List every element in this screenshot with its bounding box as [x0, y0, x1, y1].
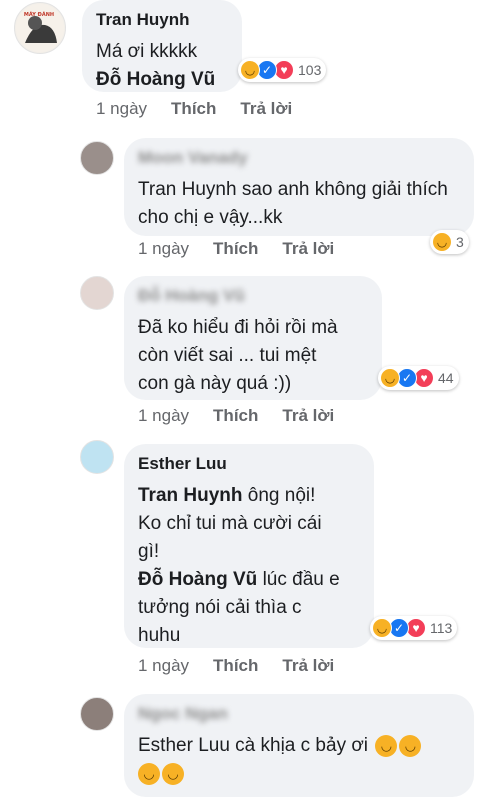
like-reaction-icon: ✓: [397, 368, 417, 388]
comment-text-body: lúc đầu e: [262, 569, 340, 590]
comment-text-line: con gà này quá :)): [138, 373, 292, 394]
like-button[interactable]: Thích: [171, 99, 216, 119]
haha-reaction-icon: ◡: [372, 618, 392, 638]
like-button[interactable]: Thích: [213, 239, 258, 259]
comment-actions: 1 ngày Thích Trả lời: [138, 656, 334, 676]
like-reaction-icon: ✓: [389, 618, 409, 638]
comment-text-line: Đỗ Hoàng Vũ lúc đầu e: [138, 566, 360, 594]
crying-laugh-emoji-icon: ◡: [399, 734, 422, 757]
reaction-count: 113: [430, 620, 453, 636]
reaction-count: 44: [438, 370, 454, 386]
mention-link[interactable]: Đỗ Hoàng Vũ: [138, 569, 257, 590]
reply-button[interactable]: Trả lời: [282, 656, 334, 676]
crying-laugh-emoji-icon: ◡: [162, 762, 184, 785]
timestamp[interactable]: 1 ngày: [138, 239, 189, 259]
avatar[interactable]: [80, 697, 114, 731]
comment-text-line: huhu: [138, 625, 181, 646]
comment-text: Má ơi kkkkk: [96, 41, 198, 62]
crying-laugh-emoji-icon: ◡: [138, 762, 160, 785]
timestamp[interactable]: 1 ngày: [138, 656, 189, 676]
avatar[interactable]: [80, 141, 114, 175]
love-reaction-icon: ♥: [414, 368, 434, 388]
love-reaction-icon: ♥: [274, 60, 294, 80]
comment-author[interactable]: Đỗ Hoàng Vũ: [138, 286, 368, 306]
haha-reaction-icon: ◡: [432, 232, 452, 252]
comment-text-line: ◡ ◡: [138, 760, 460, 788]
comment-text-line: Ko chỉ tui mà cười cái: [138, 513, 322, 534]
comment-text-line: gì!: [138, 541, 160, 562]
comment-text-body: ông nội!: [247, 485, 316, 506]
love-reaction-icon: ♥: [406, 618, 426, 638]
comment-author[interactable]: Esther Luu: [138, 454, 360, 474]
mention-link[interactable]: Tran Huynh: [138, 485, 243, 506]
comment-author[interactable]: Ngoc Ngan: [138, 704, 460, 724]
comment-author[interactable]: Moon Vanady: [138, 148, 460, 168]
avatar[interactable]: MÁY ĐÁNH: [14, 2, 66, 54]
reaction-summary[interactable]: ◡ ✓ ♥ 44: [378, 366, 459, 390]
reaction-count: 3: [456, 234, 464, 250]
comment-text-line: Tran Huynh ông nội!: [138, 482, 360, 510]
comment-bubble: Tran Huynh Má ơi kkkkk Đỗ Hoàng Vũ: [82, 0, 242, 92]
comment-actions: 1 ngày Thích Trả lời: [138, 239, 334, 259]
comment-bubble: Ngoc Ngan Esther Luu cà khịa c bảy ơi ◡ ◡…: [124, 694, 474, 797]
avatar[interactable]: [80, 276, 114, 310]
crying-laugh-emoji-icon: ◡: [375, 734, 398, 757]
comment-bubble: Esther Luu Tran Huynh ông nội! Ko chỉ tu…: [124, 444, 374, 648]
comment-text-line: Đã ko hiểu đi hỏi rồi mà: [138, 317, 338, 338]
like-reaction-icon: ✓: [257, 60, 277, 80]
comment-text: Tran Huynh sao anh không giải thích cho …: [138, 176, 460, 232]
comment-text-line: còn viết sai ... tui mệt: [138, 345, 317, 366]
svg-text:MÁY ĐÁNH: MÁY ĐÁNH: [24, 11, 54, 18]
avatar-cartoon-icon: MÁY ĐÁNH: [16, 4, 64, 52]
comment-author[interactable]: Tran Huynh: [96, 10, 228, 30]
reply-button[interactable]: Trả lời: [240, 99, 292, 119]
mention-link[interactable]: Tran Huynh: [138, 179, 237, 200]
mention-link[interactable]: Đỗ Hoàng Vũ: [96, 66, 228, 94]
timestamp[interactable]: 1 ngày: [138, 406, 189, 426]
comment-text: Esther Luu cà khịa c bảy ơi ◡ ◡: [138, 732, 460, 760]
like-button[interactable]: Thích: [213, 406, 258, 426]
timestamp[interactable]: 1 ngày: [96, 99, 147, 119]
reply-button[interactable]: Trả lời: [282, 239, 334, 259]
reaction-count: 103: [298, 62, 322, 78]
haha-reaction-icon: ◡: [380, 368, 400, 388]
haha-reaction-icon: ◡: [240, 60, 260, 80]
like-button[interactable]: Thích: [213, 656, 258, 676]
comment-text-line: tưởng nói cải thìa c: [138, 597, 302, 618]
reply-button[interactable]: Trả lời: [282, 406, 334, 426]
comment-bubble: Moon Vanady Tran Huynh sao anh không giả…: [124, 138, 474, 236]
comment-actions: 1 ngày Thích Trả lời: [96, 99, 292, 119]
comment-bubble: Đỗ Hoàng Vũ Đã ko hiểu đi hỏi rồi mà còn…: [124, 276, 382, 400]
comment-actions: 1 ngày Thích Trả lời: [138, 406, 334, 426]
reaction-summary[interactable]: ◡ ✓ ♥ 113: [370, 616, 458, 640]
reaction-summary[interactable]: ◡ ✓ ♥ 103: [238, 58, 327, 82]
comment-text-body: Esther Luu cà khịa c bảy ơi: [138, 735, 369, 756]
avatar[interactable]: [80, 440, 114, 474]
reaction-summary[interactable]: ◡ 3: [430, 230, 469, 254]
